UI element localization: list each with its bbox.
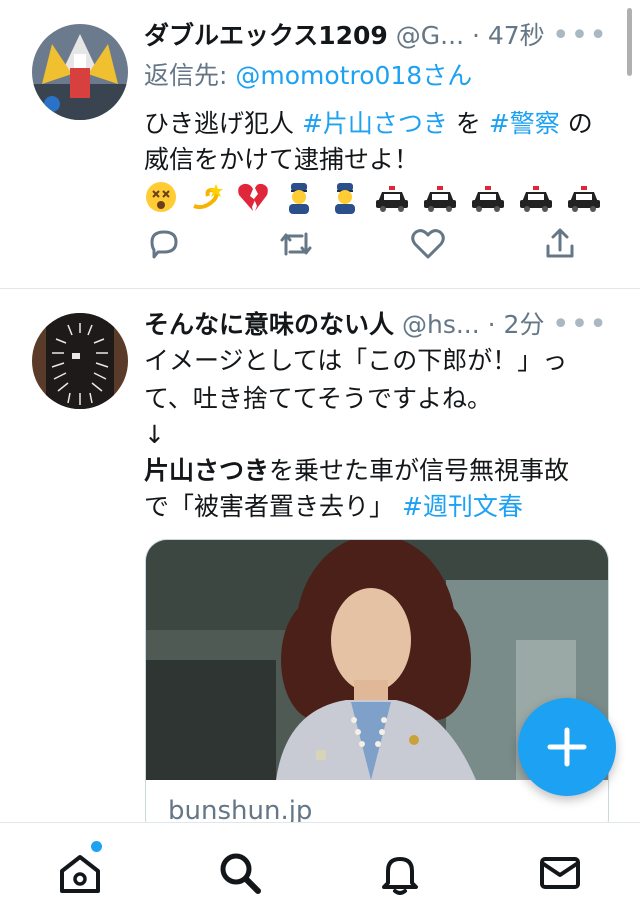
avatar[interactable] — [32, 24, 128, 120]
text-segment: を — [447, 109, 489, 138]
tweet-header: ダブルエックス1209 @G... · 47秒 ••• — [144, 16, 608, 56]
reply-to-link[interactable]: @momotro018さん — [235, 61, 472, 90]
tweet-text-line-2: 威信をかけて逮捕せよ！ — [144, 145, 420, 174]
tweet-text-line-2: て、吐き捨ててそうですよね。 — [144, 384, 493, 413]
broken-heart-icon — [238, 183, 268, 211]
like-icon[interactable] — [408, 224, 448, 264]
tweet-actions — [144, 224, 584, 264]
bottom-tab-bar — [0, 822, 640, 921]
text-segment: の — [559, 109, 593, 138]
home-icon[interactable] — [56, 849, 104, 897]
retweet-icon[interactable] — [276, 224, 316, 264]
police-officer-icon — [334, 183, 355, 214]
notification-dot — [91, 841, 102, 852]
text-segment: 片山さつき — [144, 456, 270, 485]
reply-context: 返信先: @momotro018さん — [144, 56, 472, 96]
tweet-text-line-1: イメージとしては「この下郎が！」っ — [144, 346, 568, 375]
more-options-icon[interactable]: ••• — [552, 305, 608, 345]
police-officer-icon — [288, 183, 309, 214]
timestamp[interactable]: 47秒 — [488, 21, 545, 50]
police-car-icon — [423, 186, 456, 212]
share-icon[interactable] — [540, 224, 580, 264]
timestamp[interactable]: 2分 — [504, 310, 545, 339]
text-segment: ひき逃げ犯人 — [144, 109, 302, 138]
police-car-icon — [567, 186, 600, 212]
user-handle[interactable]: @hs... — [402, 310, 480, 339]
tweet-text-line-4: 片山さつきを乗せた車が信号無視事故 — [144, 451, 569, 491]
plus-icon — [547, 727, 587, 767]
text-segment: で「被害者置き去り」 — [144, 492, 402, 521]
hashtag-link[interactable]: #片山さつき — [302, 109, 448, 138]
hashtag-link[interactable]: #警察 — [489, 109, 560, 138]
separator: · — [487, 310, 496, 339]
notifications-icon[interactable] — [376, 849, 424, 897]
user-handle[interactable]: @G... — [396, 21, 464, 50]
more-options-icon[interactable]: ••• — [552, 16, 608, 56]
tweet-text-line-5: で「被害者置き去り」 #週刊文春 — [144, 487, 523, 527]
tweet-header: そんなに意味のない人 @hs... · 2分 ••• — [144, 305, 608, 345]
reply-icon[interactable] — [144, 224, 184, 264]
scrollbar[interactable] — [627, 8, 632, 76]
tweet-text-line-1: ひき逃げ犯人 #片山さつき を #警察 の — [144, 104, 593, 144]
dizzy-symbol-icon — [193, 184, 223, 210]
compose-button[interactable] — [518, 698, 616, 796]
search-icon[interactable] — [216, 849, 264, 897]
separator: · — [471, 21, 480, 50]
emoji-line — [144, 176, 606, 216]
tweet-1[interactable]: ダブルエックス1209 @G... · 47秒 ••• 返信先: @momotr… — [0, 0, 640, 288]
messages-icon[interactable] — [536, 849, 584, 897]
avatar[interactable] — [32, 313, 128, 409]
display-name[interactable]: ダブルエックス1209 — [144, 21, 388, 50]
police-car-icon — [375, 186, 408, 212]
reply-prefix: 返信先: — [144, 61, 236, 90]
police-car-icon — [519, 186, 552, 212]
display-name[interactable]: そんなに意味のない人 — [144, 310, 394, 339]
text-segment: を乗せた車が信号無視事故 — [269, 456, 570, 485]
dizzy-face-icon — [146, 182, 176, 212]
tweet-text-line-3: ↓ — [144, 420, 165, 449]
police-car-icon — [471, 186, 504, 212]
hashtag-link[interactable]: #週刊文春 — [402, 492, 523, 521]
